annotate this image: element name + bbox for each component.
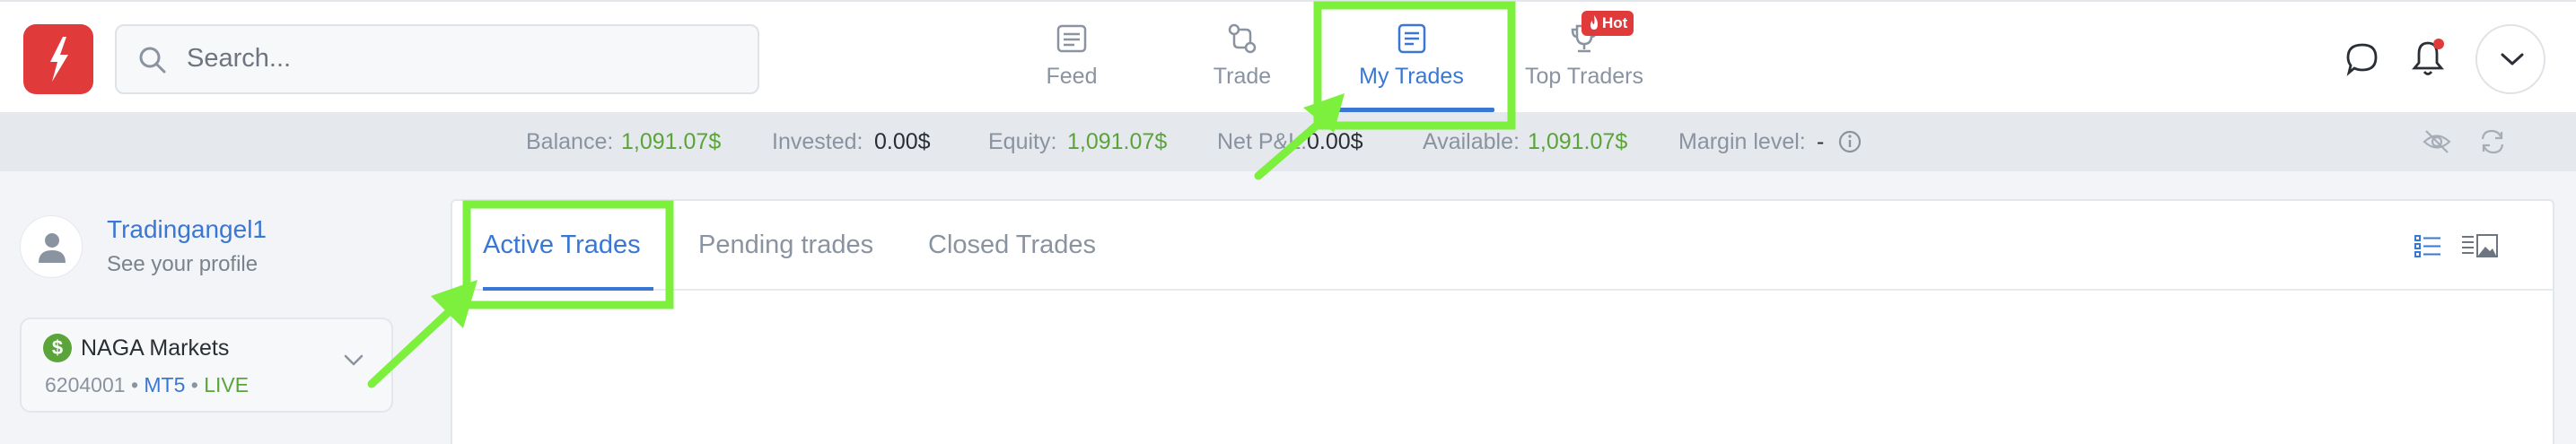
- chevron-down-icon: [2501, 53, 2524, 65]
- account-menu-button[interactable]: [2475, 24, 2545, 94]
- nav-feed[interactable]: Feed: [1029, 2, 1115, 114]
- naga-logo[interactable]: [23, 24, 93, 94]
- margin-level-value: -: [1817, 129, 1825, 154]
- nav-my-trades[interactable]: My Trades: [1328, 2, 1494, 114]
- search-icon: [139, 47, 166, 74]
- balance-bar: Balance: 1,091.07$ Invested: 0.00$ Equit…: [0, 112, 2576, 171]
- tab-active-underline: [483, 287, 653, 291]
- account-mode: LIVE: [204, 373, 250, 396]
- net-pl-label: Net P&L:: [1217, 129, 1308, 154]
- hot-badge: Hot: [1582, 11, 1634, 36]
- meta-separator: •: [190, 373, 198, 396]
- card-view-icon[interactable]: [2459, 231, 2501, 262]
- account-selector[interactable]: $ NAGA Markets 6204001 • MT5 • LIVE: [20, 318, 393, 413]
- nav-trade[interactable]: Trade: [1199, 2, 1285, 114]
- nav-trade-label: Trade: [1213, 64, 1272, 89]
- logo-mark-icon: [50, 37, 68, 82]
- account-name: NAGA Markets: [81, 335, 230, 361]
- bell-icon[interactable]: [2410, 38, 2449, 79]
- net-pl-value: 0.00$: [1307, 129, 1363, 154]
- account-number: 6204001: [45, 373, 126, 396]
- chat-icon[interactable]: [2344, 41, 2380, 77]
- info-icon[interactable]: [1836, 128, 1863, 155]
- top-header: Search... Feed Trade My Trades Top Trade…: [0, 0, 2576, 112]
- trades-panel: Active Trades Pending trades Closed Trad…: [451, 199, 2554, 444]
- equity-value: 1,091.07$: [1067, 129, 1168, 154]
- nav-top-traders-label: Top Traders: [1524, 64, 1643, 89]
- invested-value: 0.00$: [874, 129, 931, 154]
- flame-icon: [1590, 15, 1598, 30]
- balance-label: Balance:: [526, 129, 614, 154]
- trades-tabs: Active Trades Pending trades Closed Trad…: [452, 201, 2553, 291]
- available-value: 1,091.07$: [1528, 129, 1628, 154]
- nav-feed-label: Feed: [1046, 64, 1098, 89]
- see-profile-link[interactable]: See your profile: [107, 252, 258, 277]
- equity-label: Equity:: [988, 129, 1057, 154]
- list-view-icon[interactable]: [2413, 231, 2443, 262]
- refresh-icon[interactable]: [2477, 126, 2508, 157]
- search-input[interactable]: Search...: [187, 44, 291, 74]
- balance-value: 1,091.07$: [621, 129, 722, 154]
- chevron-down-icon[interactable]: [341, 352, 366, 370]
- user-icon: [39, 233, 66, 263]
- eye-off-icon[interactable]: [2422, 126, 2452, 157]
- trade-icon: [1228, 23, 1257, 54]
- nav-my-trades-label: My Trades: [1359, 64, 1464, 89]
- tab-active-trades[interactable]: Active Trades: [483, 231, 641, 260]
- profile-name[interactable]: Tradingangel1: [107, 215, 267, 244]
- available-label: Available:: [1423, 129, 1520, 154]
- profile-avatar[interactable]: [20, 215, 83, 278]
- hot-badge-label: Hot: [1602, 14, 1628, 31]
- dollar-icon: $: [43, 334, 72, 362]
- search-bar[interactable]: Search...: [115, 24, 759, 94]
- margin-level-label: Margin level:: [1678, 129, 1806, 154]
- meta-separator: •: [130, 373, 138, 396]
- invested-label: Invested:: [772, 129, 863, 154]
- tab-closed-trades[interactable]: Closed Trades: [928, 231, 1096, 260]
- account-platform: MT5: [144, 373, 186, 396]
- feed-icon: [1056, 24, 1087, 53]
- account-meta: 6204001 • MT5 • LIVE: [45, 373, 249, 397]
- tab-pending-trades[interactable]: Pending trades: [698, 231, 873, 260]
- my-trades-icon: [1398, 23, 1425, 54]
